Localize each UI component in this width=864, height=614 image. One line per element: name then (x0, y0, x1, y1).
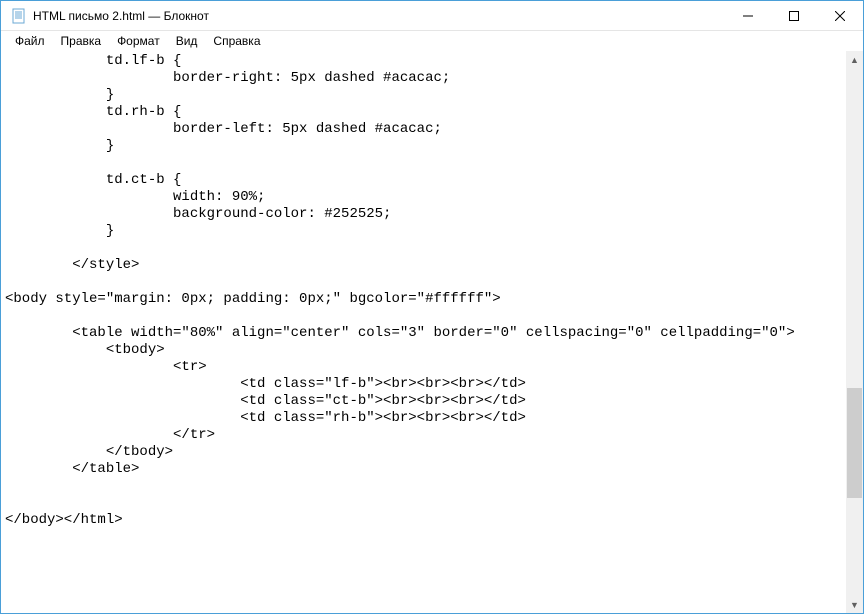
notepad-icon (11, 8, 27, 24)
titlebar: HTML письмо 2.html — Блокнот (1, 1, 863, 31)
vertical-scrollbar[interactable]: ▲ ▼ (846, 51, 863, 613)
menu-edit[interactable]: Правка (53, 32, 110, 50)
scroll-up-icon[interactable]: ▲ (846, 51, 863, 68)
close-button[interactable] (817, 1, 863, 30)
menu-help[interactable]: Справка (205, 32, 268, 50)
menu-view[interactable]: Вид (168, 32, 206, 50)
window-controls (725, 1, 863, 30)
maximize-button[interactable] (771, 1, 817, 30)
scroll-thumb[interactable] (847, 388, 862, 498)
window-title: HTML письмо 2.html — Блокнот (33, 9, 725, 23)
notepad-window: HTML письмо 2.html — Блокнот Файл Правка… (0, 0, 864, 614)
scroll-down-icon[interactable]: ▼ (846, 596, 863, 613)
menubar: Файл Правка Формат Вид Справка (1, 31, 863, 51)
minimize-button[interactable] (725, 1, 771, 30)
editor-area[interactable]: td.lf-b { border-right: 5px dashed #acac… (1, 51, 863, 613)
menu-file[interactable]: Файл (7, 32, 53, 50)
editor-content[interactable]: td.lf-b { border-right: 5px dashed #acac… (1, 51, 863, 531)
menu-format[interactable]: Формат (109, 32, 168, 50)
